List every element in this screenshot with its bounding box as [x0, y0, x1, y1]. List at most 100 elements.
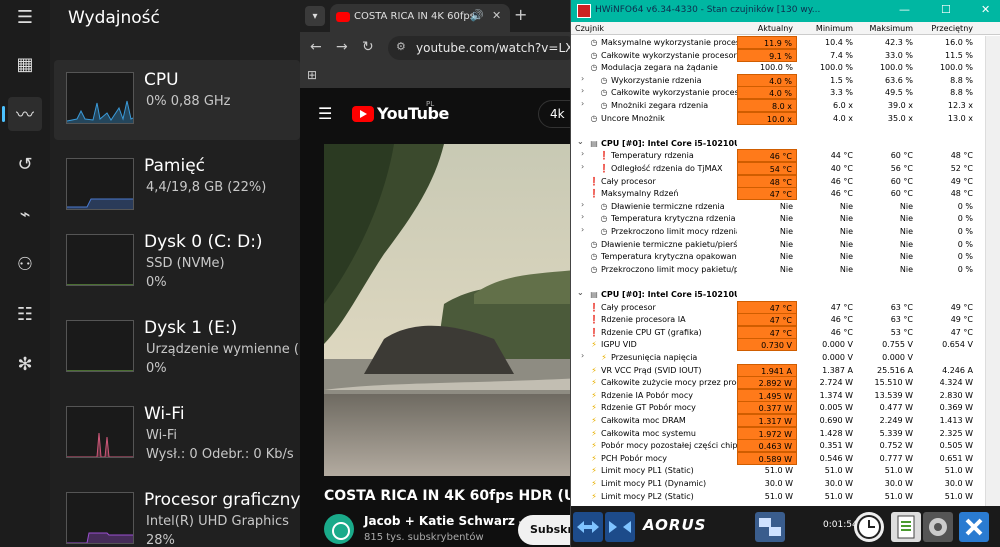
sensor-row[interactable]: ❗ Cały procesor 48 °C 46 °C 60 °C 49 °C: [571, 174, 1000, 188]
settings-button[interactable]: [923, 512, 953, 542]
expand-icon[interactable]: ›: [581, 99, 584, 108]
youtube-wordmark[interactable]: YouTube: [377, 104, 449, 123]
sensor-row[interactable]: › ❗ Odległość rdzenia do TjMAX 54 °C 40 °C 56…: [571, 162, 1000, 175]
speaker-icon[interactable]: 🔊: [470, 9, 484, 22]
quality-chip[interactable]: 4k: [538, 100, 570, 128]
collapse-icon[interactable]: ⌄: [577, 137, 584, 146]
column-header-average[interactable]: Przeciętny: [917, 22, 977, 35]
tab-search-icon[interactable]: ▾: [305, 6, 325, 26]
youtube-logo-icon[interactable]: [352, 106, 374, 122]
sensor-row[interactable]: ◷Maksymalne wykorzystanie procesor...11.…: [571, 36, 1000, 49]
sensor-row[interactable]: ⚡ Całkowita moc DRAM 1.317 W 0.690 W 2.249 W…: [571, 414, 1000, 427]
expand-icon[interactable]: ›: [581, 74, 584, 83]
sensor-row[interactable]: ◷ Całkowite wykorzystanie procesora 9.1 % 7…: [571, 48, 1000, 62]
collapse-icon[interactable]: ⌄: [577, 288, 584, 297]
sensor-row[interactable]: › ⚡ Przesunięcia napięcia 0.000 V 0.000 V: [571, 351, 1000, 364]
report-button[interactable]: [891, 512, 921, 542]
sensor-row[interactable]: ◷ Uncore Mnożnik 10.0 x 4.0 x 35.0 x 13.0 x: [571, 111, 1000, 125]
apps-grid-icon[interactable]: ⊞: [307, 68, 317, 82]
video-player[interactable]: [324, 144, 570, 476]
site-info-icon[interactable]: ⚙: [396, 40, 406, 53]
startup-apps-icon[interactable]: ⌁: [8, 197, 42, 231]
column-header-minimum[interactable]: Minimum: [797, 22, 857, 35]
expand-icon[interactable]: ›: [581, 225, 584, 234]
expand-arrows-button[interactable]: [573, 512, 603, 542]
processes-icon[interactable]: ▦: [8, 47, 42, 81]
column-header-sensor[interactable]: Czujnik: [575, 22, 725, 35]
sensor-row[interactable]: ⚡ Rdzenie GT Pobór mocy 0.377 W 0.005 W 0.47…: [571, 401, 1000, 415]
sensor-row[interactable]: › ◷ Dławienie termiczne rdzenia Nie Nie Nie 0 …: [571, 200, 1000, 213]
hamburger-menu-icon[interactable]: ☰: [8, 0, 42, 34]
details-icon[interactable]: ☷: [8, 297, 42, 331]
perf-tile[interactable]: Procesor graficzny Intel(R) UHD Graphics 2…: [54, 480, 300, 547]
services-icon[interactable]: ✻: [8, 347, 42, 381]
sensor-row[interactable]: ❗ Maksymalny Rdzeń 47 °C 46 °C 60 °C 48 °C: [571, 187, 1000, 201]
forward-icon[interactable]: →: [336, 39, 348, 55]
sensor-row[interactable]: ◷ Dławienie termiczne pakietu/pierści... N…: [571, 238, 1000, 251]
expand-icon[interactable]: ›: [581, 212, 584, 221]
sensor-row[interactable]: ⚡ VR VCC Prąd (SVID IOUT) 1.941 A 1.387 A 25…: [571, 363, 1000, 377]
sensor-row[interactable]: › ◷ Przekroczono limit mocy rdzenia Nie Nie N…: [571, 225, 1000, 238]
sensor-row[interactable]: ⚡ Limit mocy PL1 (Dynamic) 30.0 W 30.0 W 30.…: [571, 477, 1000, 490]
new-tab-icon[interactable]: +: [514, 5, 527, 24]
column-header-current[interactable]: Aktualny: [737, 22, 797, 35]
users-icon[interactable]: ⚇: [8, 247, 42, 281]
app-history-icon[interactable]: ↺: [8, 147, 42, 181]
column-header-maximum[interactable]: Maksimum: [857, 22, 917, 35]
expand-icon[interactable]: ›: [581, 149, 584, 158]
channel-name[interactable]: Jacob + Katie Schwarz✔: [364, 514, 526, 528]
sensor-group-header[interactable]: ⌄ ▤CPU [#0]: Intel Core i5-10210U: DTS: [571, 137, 1000, 150]
collapse-arrows-button[interactable]: [605, 512, 635, 542]
close-sensors-button[interactable]: [959, 512, 989, 542]
sensor-row[interactable]: ⚡ Całkowita moc systemu 1.972 W 1.428 W 5.33…: [571, 426, 1000, 440]
perf-tile[interactable]: CPU 0% 0,88 GHz: [54, 60, 300, 140]
reload-icon[interactable]: ↻: [362, 39, 374, 55]
sensor-row[interactable]: › ◷Całkowite wykorzystanie procesora4.0 %…: [571, 86, 1000, 100]
reset-timer-button[interactable]: [854, 512, 884, 542]
sensor-grid[interactable]: Czujnik Aktualny Minimum Maksimum Przeci…: [571, 22, 1000, 506]
sensor-row[interactable]: ⚡ Limit mocy PL2 (Static) 51.0 W 51.0 W 51.0…: [571, 490, 1000, 503]
perf-tile[interactable]: Wi-Fi Wi-Fi Wysł.: 0 Odebr.: 0 Kb/s: [54, 394, 300, 474]
voltage-bolt-icon: ⚡: [591, 453, 597, 463]
sensor-row[interactable]: ❗ Rdzenie CPU GT (grafika) 47 °C 46 °C 53 °C…: [571, 325, 1000, 339]
value-current: [737, 351, 797, 364]
sensor-row[interactable]: ⚡ Limit mocy PL1 (Static) 51.0 W 51.0 W 51.0…: [571, 464, 1000, 477]
channel-name-text[interactable]: Jacob + Katie Schwarz: [364, 514, 515, 528]
perf-tile[interactable]: Dysk 0 (C: D:) SSD (NVMe) 0%: [54, 222, 300, 302]
vertical-scrollbar[interactable]: [985, 36, 1000, 506]
expand-icon[interactable]: ›: [581, 162, 584, 171]
sensor-row[interactable]: ⚡ Pobór mocy pozostałej części chipa 0.463…: [571, 439, 1000, 453]
channel-avatar[interactable]: [324, 514, 354, 544]
sensor-row[interactable]: ⚡ PCH Pobór mocy 0.589 W 0.546 W 0.777 W 0.65…: [571, 451, 1000, 465]
sensor-row[interactable]: ◷ Temperatura krytyczna opakowani... Nie Ni…: [571, 250, 1000, 263]
sensor-row[interactable]: ❗ Cały procesor 47 °C 47 °C 63 °C 49 °C: [571, 300, 1000, 314]
maximize-icon[interactable]: ☐: [941, 3, 951, 16]
network-button[interactable]: [755, 512, 785, 542]
sensor-row[interactable]: › ◷ Mnożniki zegara rdzenia 8.0 x 6.0 x 39.0 …: [571, 99, 1000, 112]
back-icon[interactable]: ←: [310, 39, 322, 55]
expand-icon[interactable]: ›: [581, 351, 584, 360]
performance-icon[interactable]: 〰: [2, 97, 42, 131]
sensor-group-header[interactable]: ⌄ ▤CPU [#0]: Intel Core i5-10210U: Enhanc…: [571, 288, 1000, 301]
close-tab-icon[interactable]: ✕: [492, 9, 501, 22]
sensor-row[interactable]: › ❗ Temperatury rdzenia 46 °C 44 °C 60 °C 48 °…: [571, 149, 1000, 163]
sensor-row[interactable]: › ◷ Wykorzystanie rdzenia 4.0 % 1.5 % 63.6 % 8…: [571, 73, 1000, 87]
address-bar[interactable]: ⚙ youtube.com/watch?v=LXb3EKW: [388, 36, 570, 60]
sensor-row[interactable]: ◷ Modulacja zegara na żądanie 100.0 % 100.0…: [571, 61, 1000, 74]
sensor-row[interactable]: ⚡ Rdzenie IA Pobór mocy 1.495 W 1.374 W 13.5…: [571, 388, 1000, 402]
expand-icon[interactable]: ›: [581, 200, 584, 209]
sensor-row[interactable]: ⚡ Całkowite zużycie mocy przez proc... 2.8…: [571, 376, 1000, 390]
close-icon[interactable]: ✕: [981, 3, 990, 16]
sensor-row[interactable]: ◷ Przekroczono limit mocy pakietu/pi... Ni…: [571, 263, 1000, 276]
browser-tab[interactable]: COSTA RICA IN 4K 60fps HI 🔊 ✕: [330, 4, 510, 32]
sensor-row[interactable]: ⚡ IGPU VID 0.730 V 0.000 V 0.755 V 0.654 V: [571, 338, 1000, 352]
clock-icon: ◷: [590, 113, 598, 123]
guide-menu-icon[interactable]: ☰: [318, 104, 332, 123]
sensor-row[interactable]: › ◷ Temperatura krytyczna rdzenia Nie Nie Nie…: [571, 212, 1000, 225]
perf-tile[interactable]: Pamięć 4,4/19,8 GB (22%): [54, 146, 300, 226]
perf-tile[interactable]: Dysk 1 (E:) Urządzenie wymienne (U 0%: [54, 308, 309, 388]
sensor-row[interactable]: ❗ Rdzenie procesora IA 47 °C 46 °C 63 °C 49 °…: [571, 313, 1000, 327]
expand-icon[interactable]: ›: [581, 86, 584, 95]
minimize-icon[interactable]: —: [899, 3, 910, 16]
subscribe-button[interactable]: Subskrybuj: [518, 515, 570, 545]
